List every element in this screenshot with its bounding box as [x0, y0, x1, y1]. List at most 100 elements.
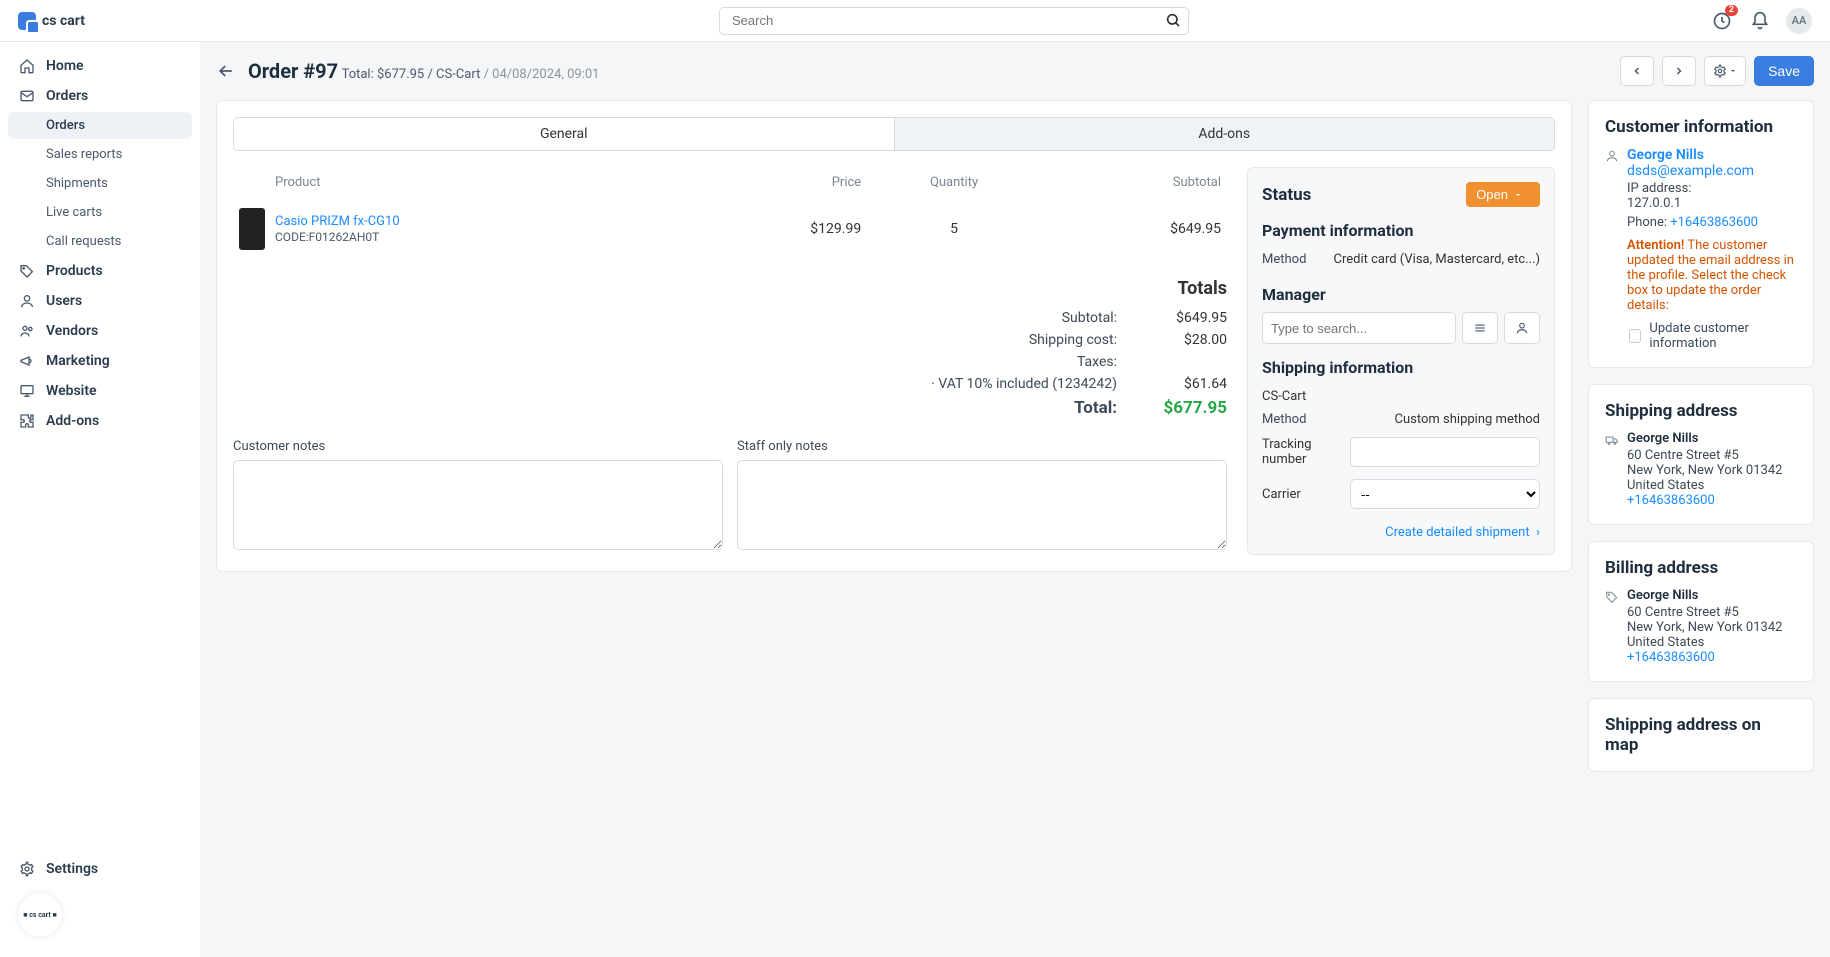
- sidebar-item-orders[interactable]: Orders: [8, 82, 192, 110]
- product-name-link[interactable]: Casio PRIZM fx-CG10: [275, 214, 400, 229]
- sidebar-item-vendors[interactable]: Vendors: [8, 317, 192, 345]
- sidebar-item-label: Users: [46, 293, 82, 309]
- update-customer-checkbox-row[interactable]: Update customer information: [1627, 321, 1797, 351]
- search-box: [719, 7, 1189, 35]
- carrier-select[interactable]: --: [1350, 479, 1540, 509]
- staff-notes-input[interactable]: [737, 460, 1227, 550]
- ship-addr-country: United States: [1627, 478, 1782, 493]
- sidebar-sub-shipments[interactable]: Shipments: [8, 170, 192, 197]
- notifications-clock-icon[interactable]: 2: [1710, 9, 1734, 33]
- customer-phone-link[interactable]: +16463863600: [1670, 215, 1758, 230]
- shipping-address-card: Shipping address George Nills 60 Centre …: [1588, 384, 1814, 525]
- ship-method-value: Custom shipping method: [1395, 412, 1540, 427]
- checkbox-icon[interactable]: [1629, 329, 1641, 343]
- page-title-total: Total: $677.95 / CS-Cart: [342, 67, 481, 82]
- page-title: Order #97: [248, 59, 338, 83]
- users-icon: [18, 323, 36, 339]
- next-order-button[interactable]: [1662, 56, 1696, 86]
- right-column: Customer information George Nills dsds@e…: [1588, 100, 1814, 772]
- sidebar-item-marketing[interactable]: Marketing: [8, 347, 192, 375]
- sidebar-sub-live-carts[interactable]: Live carts: [8, 199, 192, 226]
- product-table: Product Price Quantity Subtotal: [233, 167, 1227, 258]
- sidebar-item-settings[interactable]: Settings: [8, 855, 192, 883]
- topbar-right: 2 AA: [1710, 8, 1812, 34]
- back-arrow-icon[interactable]: [216, 61, 236, 81]
- user-icon: [18, 293, 36, 309]
- ship-value: $28.00: [1157, 332, 1227, 348]
- monitor-icon: [18, 383, 36, 399]
- sidebar-item-label: Add-ons: [46, 413, 99, 429]
- bill-addr-phone-link[interactable]: +16463863600: [1627, 650, 1715, 665]
- manager-list-button[interactable]: [1462, 312, 1498, 344]
- table-header-row: Product Price Quantity Subtotal: [235, 169, 1225, 200]
- map-card: Shipping address on map: [1588, 698, 1814, 772]
- tab-addons[interactable]: Add-ons: [894, 118, 1555, 150]
- tab-general[interactable]: General: [234, 118, 894, 150]
- customer-card: Customer information George Nills dsds@e…: [1588, 100, 1814, 368]
- staff-notes-label: Staff only notes: [737, 439, 1227, 454]
- col-subtotal: Subtotal: [1043, 169, 1225, 200]
- sidebar-item-label: Products: [46, 263, 103, 279]
- product-code: CODE:F01262AH0T: [275, 230, 379, 244]
- status-value: Open: [1476, 187, 1508, 202]
- status-panel: Status Open Payment information Method C…: [1247, 167, 1555, 555]
- search-input[interactable]: [719, 7, 1189, 35]
- customer-notes-label: Customer notes: [233, 439, 723, 454]
- manager-search-input[interactable]: [1262, 312, 1456, 344]
- sidebar-item-label: Home: [46, 58, 84, 74]
- sidebar-sub-orders[interactable]: Orders: [8, 112, 192, 139]
- create-shipment-link[interactable]: Create detailed shipment ›: [1385, 525, 1540, 540]
- manager-heading: Manager: [1262, 285, 1540, 304]
- bill-addr-name: George Nills: [1627, 588, 1782, 603]
- attention-block: Attention! The customer updated the emai…: [1627, 238, 1797, 313]
- sidebar-item-home[interactable]: Home: [8, 52, 192, 80]
- mini-badge[interactable]: ■ cs cart ■: [18, 893, 182, 937]
- inbox-icon: [18, 88, 36, 104]
- bill-addr-city: New York, New York 01342: [1627, 620, 1782, 635]
- sidebar-item-website[interactable]: Website: [8, 377, 192, 405]
- save-button[interactable]: Save: [1754, 56, 1814, 86]
- page-title-date: / 04/08/2024, 09:01: [484, 67, 600, 82]
- col-qty: Quantity: [867, 169, 1041, 200]
- product-price: $129.99: [683, 202, 865, 256]
- search-icon[interactable]: [1165, 12, 1181, 28]
- col-product: Product: [271, 169, 681, 200]
- ship-addr-city: New York, New York 01342: [1627, 463, 1782, 478]
- settings-dropdown-button[interactable]: [1704, 56, 1746, 86]
- totals-heading: Totals: [233, 278, 1227, 299]
- customer-notes-input[interactable]: [233, 460, 723, 550]
- manager-user-button[interactable]: [1504, 312, 1540, 344]
- customer-name-link[interactable]: George Nills: [1627, 147, 1704, 163]
- sidebar-sub-sales-reports[interactable]: Sales reports: [8, 141, 192, 168]
- avatar[interactable]: AA: [1786, 8, 1812, 34]
- customer-heading: Customer information: [1605, 117, 1797, 137]
- totals-block: Totals Subtotal:$649.95 Shipping cost:$2…: [233, 278, 1227, 421]
- taxes-label: Taxes:: [967, 354, 1117, 370]
- logo[interactable]: cs cart: [18, 12, 198, 30]
- ship-addr-street: 60 Centre Street #5: [1627, 448, 1782, 463]
- search-wrap: [198, 7, 1710, 35]
- ship-addr-phone-link[interactable]: +16463863600: [1627, 493, 1715, 508]
- payment-method-label: Method: [1262, 252, 1306, 267]
- prev-order-button[interactable]: [1620, 56, 1654, 86]
- carrier-label: Carrier: [1262, 487, 1301, 502]
- phone-label: Phone:: [1627, 215, 1670, 230]
- product-thumbnail: [239, 208, 265, 250]
- subtotal-label: Subtotal:: [967, 310, 1117, 326]
- sidebar-item-addons[interactable]: Add-ons: [8, 407, 192, 435]
- billing-address-card: Billing address George Nills 60 Centre S…: [1588, 541, 1814, 682]
- ship-label: Shipping cost:: [967, 332, 1117, 348]
- gear-icon: [18, 861, 36, 877]
- sidebar-item-users[interactable]: Users: [8, 287, 192, 315]
- tracking-input[interactable]: [1350, 437, 1540, 467]
- sidebar: Home Orders Orders Sales reports Shipmen…: [0, 42, 200, 957]
- map-heading: Shipping address on map: [1605, 715, 1797, 755]
- bell-icon[interactable]: [1748, 9, 1772, 33]
- truck-icon: [1605, 431, 1619, 447]
- customer-email-link[interactable]: dsds@example.com: [1627, 163, 1754, 179]
- sidebar-item-products[interactable]: Products: [8, 257, 192, 285]
- shipping-address-heading: Shipping address: [1605, 401, 1797, 421]
- status-dropdown[interactable]: Open: [1466, 182, 1540, 207]
- shipping-vendor: CS-Cart: [1262, 389, 1306, 404]
- sidebar-sub-call-requests[interactable]: Call requests: [8, 228, 192, 255]
